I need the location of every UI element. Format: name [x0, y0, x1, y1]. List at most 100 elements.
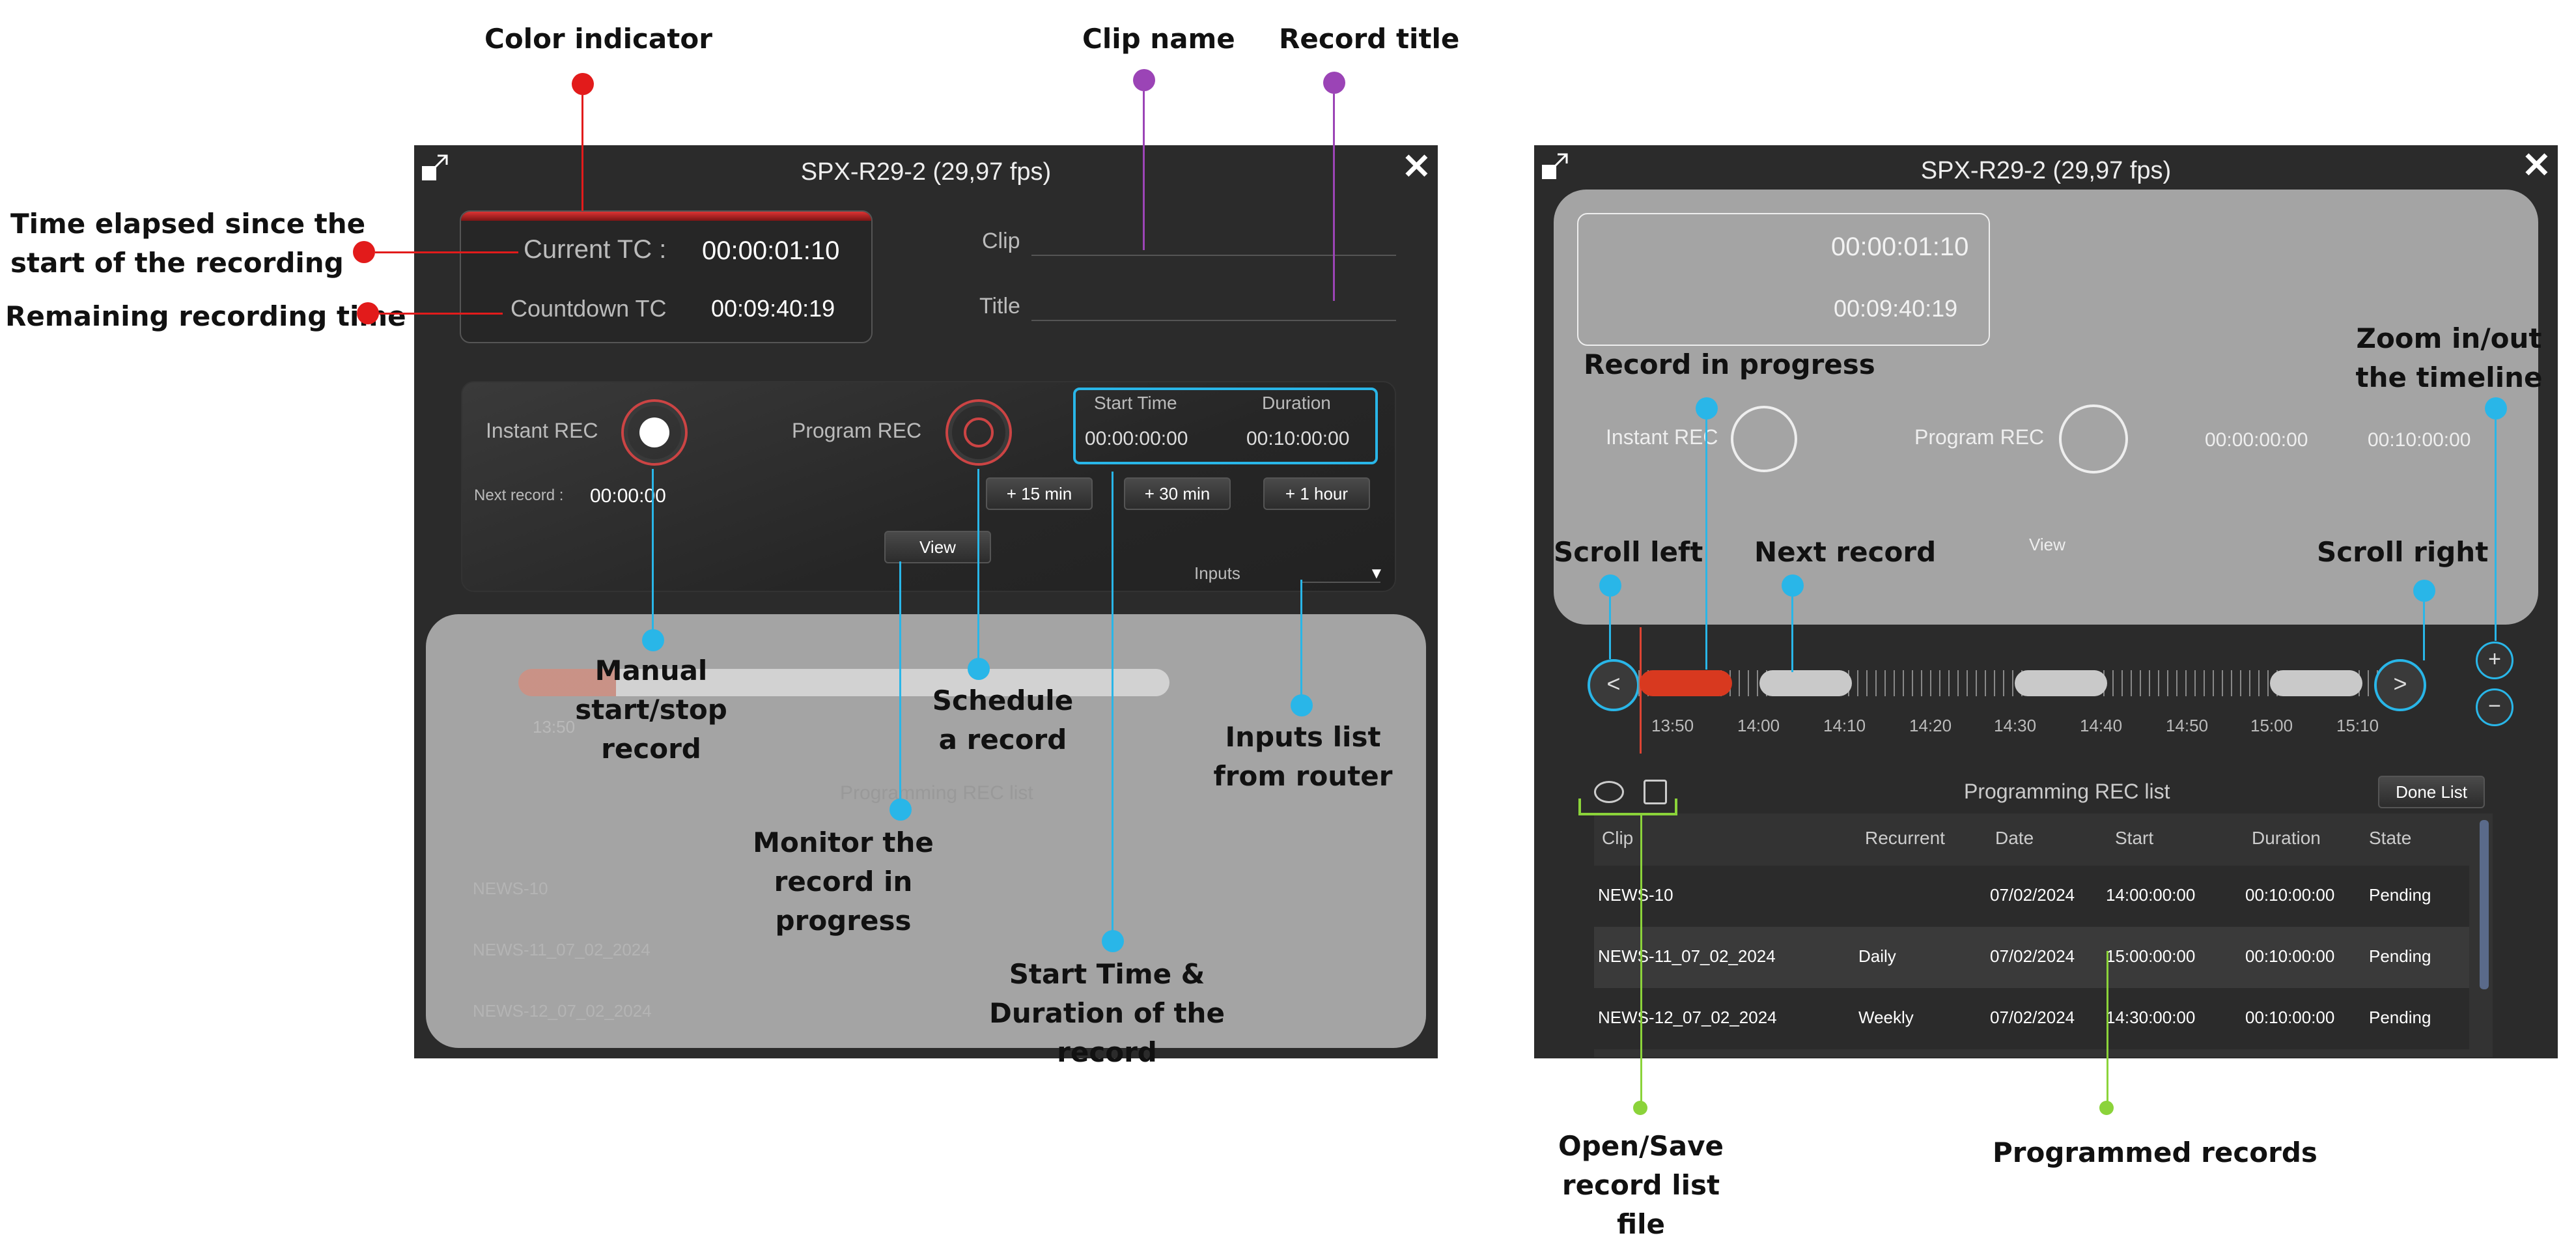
annotation-line [1705, 419, 1707, 670]
timeline-label: 14:40 [2080, 716, 2123, 735]
annotation-programmed-records: Programmed records [1993, 1137, 2317, 1168]
annotation-line [1640, 814, 1642, 1105]
faded-list-title: Programming REC list [840, 782, 1033, 804]
annotation-dot [1599, 574, 1621, 597]
annotation-record-in-progress: Record in progress [1584, 348, 1875, 380]
timeline-label: 14:00 [1737, 716, 1780, 735]
annotation-dot [2485, 397, 2507, 419]
program-ring-inner [964, 417, 994, 447]
table-row[interactable]: NEWS-10 07/02/2024 14:00:00:00 00:10:00:… [1594, 866, 2469, 927]
annotation-dot [1291, 694, 1313, 716]
add-30-min-button[interactable]: + 30 min [1124, 477, 1231, 510]
annotation-start-duration: Start Time & Duration of the record [989, 958, 1225, 1068]
zoom-in-button[interactable]: + [2476, 642, 2513, 679]
annotation-manual: Manual start/stop record [575, 655, 727, 765]
table-row[interactable]: NEWS-11_07_02_2024 Daily 07/02/2024 15:0… [1594, 927, 2469, 988]
cell-state: Pending [2369, 946, 2431, 966]
annotation-next-record: Next record [1754, 536, 1937, 568]
rec-list-table: Clip Recurrent Date Start Duration State… [1594, 813, 2493, 1057]
add-1-hour-button[interactable]: + 1 hour [1263, 477, 1370, 510]
annotation-dot [1133, 69, 1155, 91]
annotation-dot [572, 73, 594, 95]
open-save-bracket [1578, 799, 1677, 815]
cell-duration: 00:10:00:00 [2245, 946, 2335, 966]
annotation-monitor: Monitor the record in progress [753, 827, 934, 937]
countdown-tc-label: Countdown TC [511, 295, 667, 322]
cell-start: 15:00:00:00 [2106, 946, 2196, 966]
current-tc-value: 00:00:01:10 [702, 236, 840, 265]
start-duration-box[interactable]: Start Time Duration 00:00:00:00 00:10:00… [1073, 388, 1378, 464]
zoom-out-button[interactable]: − [2476, 688, 2513, 726]
col-header: Duration [2252, 828, 2321, 848]
cell-duration: 00:10:00:00 [2245, 885, 2335, 905]
duration-value[interactable]: 00:10:00:00 [1246, 428, 1349, 450]
rec-list-title: Programming REC list [1964, 780, 2170, 803]
view-button[interactable]: View [884, 531, 991, 563]
cell-clip: NEWS-10 [1598, 885, 1673, 905]
cell-date: 07/02/2024 [1990, 946, 2075, 966]
timeline-track [1638, 670, 2381, 696]
annotation-scroll-left: Scroll left [1554, 536, 1703, 568]
annotation-dot [889, 799, 912, 821]
add-15-min-button[interactable]: + 15 min [986, 477, 1093, 510]
annotation-line [2107, 951, 2108, 1105]
annotation-color-indicator: Color indicator [484, 23, 712, 55]
start-time-value[interactable]: 00:00:00:00 [1085, 428, 1188, 450]
annotation-line [1609, 597, 1611, 659]
annotation-record-title: Record title [1279, 23, 1460, 55]
window-title: SPX-R29-2 (29,97 fps) [800, 158, 1052, 186]
annotation-dot [353, 241, 375, 263]
instant-rec-button[interactable] [621, 399, 688, 466]
color-indicator [461, 212, 871, 221]
annotation-line [899, 561, 901, 809]
list-scrollbar[interactable] [2480, 820, 2489, 989]
chevron-down-icon[interactable]: ▼ [1369, 565, 1384, 583]
annotation-line [1333, 94, 1335, 301]
col-header: Recurrent [1865, 828, 1945, 848]
cell-duration: 00:10:00:00 [2245, 1008, 2335, 1027]
timeline-label: 14:10 [1823, 716, 1866, 735]
faded-current-tc: 00:00:01:10 [1831, 233, 1969, 261]
instant-rec-label: Instant REC [486, 419, 598, 442]
table-row[interactable]: NEWS-12_07_02_2024 Weekly 07/02/2024 14:… [1594, 988, 2469, 1049]
faded-start-time: 00:00:00:00 [2205, 429, 2308, 451]
cell-recurrent: Daily [1858, 946, 1896, 966]
annotation-dot [357, 302, 379, 324]
scroll-left-button[interactable]: < [1588, 659, 1640, 711]
program-rec-button[interactable] [945, 399, 1012, 466]
timeline-label: 14:50 [2166, 716, 2209, 735]
annotation-line [379, 313, 503, 315]
annotation-time-elapsed: Time elapsed since the start of the reco… [10, 208, 366, 279]
timeline-label: 14:30 [1994, 716, 2037, 735]
next-record-label: Next record : [474, 487, 564, 504]
program-rec-label: Program REC [792, 419, 922, 442]
cell-start: 14:30:00:00 [2106, 1008, 2196, 1027]
next-record-bar [1759, 670, 1852, 696]
timecode-box: Current TC : 00:00:01:10 Countdown TC 00… [460, 210, 873, 343]
record-panel: Instant REC Program REC Start Time Durat… [461, 381, 1396, 592]
window-title: SPX-R29-2 (29,97 fps) [1920, 157, 2172, 184]
close-icon[interactable]: ✕ [2522, 148, 2551, 183]
col-header: Clip [1602, 828, 1634, 848]
annotation-dot [1782, 574, 1804, 597]
cell-state: Pending [2369, 1008, 2431, 1027]
annotation-line [1143, 91, 1145, 250]
record-bar-2 [2015, 670, 2107, 696]
annotation-zoom: Zoom in/out the timeline [2355, 322, 2543, 393]
close-icon[interactable]: ✕ [1402, 149, 1431, 184]
cell-clip: NEWS-12_07_02_2024 [1598, 1008, 1777, 1027]
record-in-progress-bar [1640, 670, 1732, 696]
annotation-dot [2099, 1101, 2114, 1115]
annotation-dot [1696, 397, 1718, 419]
scroll-right-button[interactable]: > [2374, 659, 2426, 711]
annotation-line [1112, 472, 1113, 935]
annotation-open-save: Open/Save record list file [1558, 1130, 1724, 1240]
clip-label: Clip [982, 229, 1020, 253]
annotation-schedule: Schedule a record [932, 685, 1074, 756]
title-label: Title [979, 294, 1020, 318]
clip-field[interactable] [1031, 255, 1396, 256]
countdown-tc-value: 00:09:40:19 [711, 295, 835, 322]
record-dot [639, 417, 669, 447]
done-list-button[interactable]: Done List [2378, 776, 2485, 808]
title-field[interactable] [1031, 320, 1396, 321]
